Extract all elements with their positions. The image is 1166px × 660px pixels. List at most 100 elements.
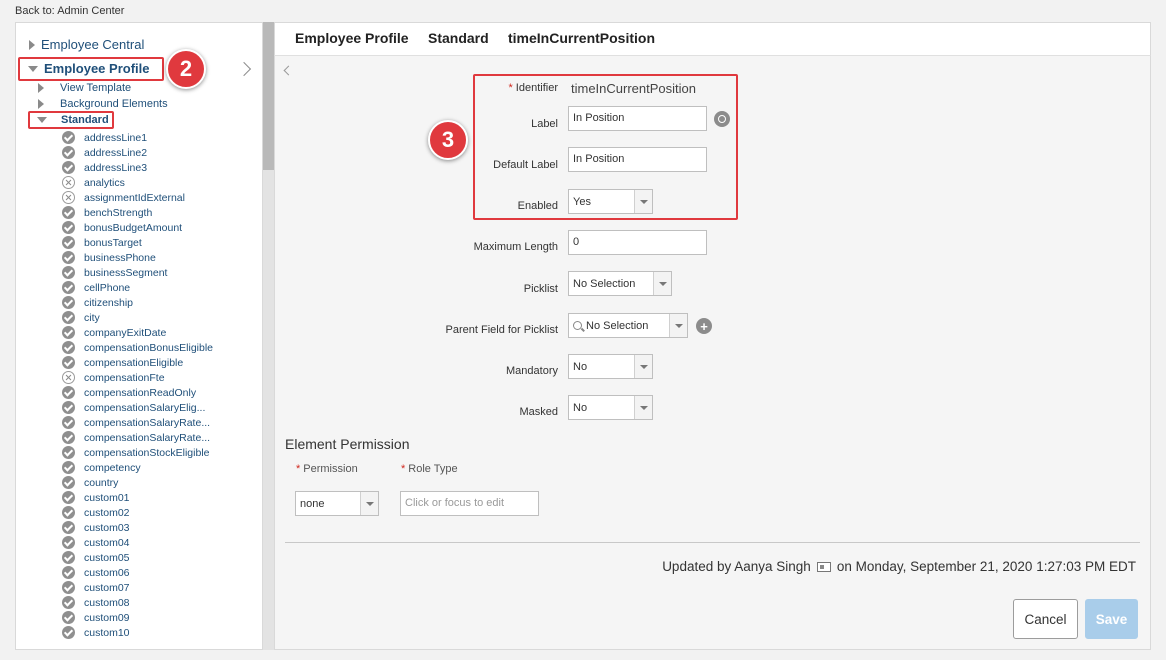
tree-leaf-label: compensationSalaryRate...	[84, 431, 211, 444]
tree-leaf-item[interactable]: analytics	[62, 175, 125, 190]
enabled-check-icon	[62, 221, 75, 234]
tree-leaf-item[interactable]: citizenship	[62, 295, 133, 310]
tree-node-label: Background Elements	[60, 98, 168, 110]
chevron-down-icon[interactable]	[360, 492, 378, 515]
tree-leaf-item[interactable]: custom07	[62, 580, 130, 595]
tree-leaf-item[interactable]: addressLine1	[62, 130, 147, 145]
tree-leaf-item[interactable]: compensationStockEligible	[62, 445, 210, 460]
enabled-check-icon	[62, 491, 75, 504]
chevron-down-icon[interactable]	[634, 396, 652, 419]
tree-leaf-item[interactable]: benchStrength	[62, 205, 152, 220]
enabled-check-icon	[62, 356, 75, 369]
role-type-input[interactable]: Click or focus to edit	[400, 491, 539, 516]
tree-leaf-label: custom08	[84, 596, 130, 609]
add-icon[interactable]: +	[696, 318, 712, 334]
tree-leaf-label: compensationFte	[84, 371, 165, 384]
expand-arrow-icon[interactable]	[29, 39, 35, 50]
parent-field-select[interactable]: No Selection	[568, 313, 688, 338]
disabled-x-icon	[62, 191, 75, 204]
tree-leaf-item[interactable]: custom02	[62, 505, 130, 520]
tree-scrollbar-thumb[interactable]	[263, 22, 274, 170]
tree-leaf-item[interactable]: city	[62, 310, 100, 325]
tree-leaf-item[interactable]: custom05	[62, 550, 130, 565]
max-length-input[interactable]: 0	[568, 230, 707, 255]
masked-select[interactable]: No	[568, 395, 653, 420]
tree-leaf-item[interactable]: compensationFte	[62, 370, 165, 385]
tree-leaf-label: analytics	[84, 176, 125, 189]
tree-leaf-item[interactable]: assignmentIdExternal	[62, 190, 185, 205]
tree-leaf-item[interactable]: custom04	[62, 535, 130, 550]
expand-arrow-icon[interactable]	[38, 99, 44, 109]
enabled-check-icon	[62, 461, 75, 474]
tree-leaf-item[interactable]: custom06	[62, 565, 130, 580]
tree-leaf-item[interactable]: compensationSalaryElig...	[62, 400, 205, 415]
tree-leaf-label: addressLine1	[84, 131, 148, 144]
chevron-down-icon[interactable]	[634, 355, 652, 378]
tree-leaf-label: addressLine3	[84, 161, 148, 174]
tree-leaf-item[interactable]: custom03	[62, 520, 130, 535]
tree-leaf-label: compensationEligible	[84, 356, 184, 369]
permission-select[interactable]: none	[295, 491, 379, 516]
picklist-value: No Selection	[573, 277, 636, 290]
enabled-check-icon	[62, 611, 75, 624]
tree-leaf-label: custom03	[84, 521, 130, 534]
tree-leaf-label: compensationReadOnly	[84, 386, 197, 399]
tree-leaf-item[interactable]: addressLine3	[62, 160, 147, 175]
tree-node-background-elements[interactable]: Background Elements	[38, 98, 168, 110]
tree-leaf-item[interactable]: businessSegment	[62, 265, 167, 280]
enabled-check-icon	[62, 626, 75, 639]
save-button[interactable]: Save	[1085, 599, 1138, 639]
enabled-check-icon	[62, 566, 75, 579]
tree-leaf-label: addressLine2	[84, 146, 148, 159]
mandatory-select[interactable]: No	[568, 354, 653, 379]
business-card-icon[interactable]	[816, 561, 831, 572]
enabled-check-icon	[62, 266, 75, 279]
enabled-check-icon	[62, 281, 75, 294]
back-to-admin-center-link[interactable]: Back to: Admin Center	[15, 5, 124, 17]
tree-leaf-item[interactable]: compensationSalaryRate...	[62, 430, 210, 445]
updated-date-text: on Monday, September 21, 2020 1:27:03 PM…	[836, 559, 1136, 574]
tree-leaf-item[interactable]: bonusBudgetAmount	[62, 220, 182, 235]
tree-leaf-item[interactable]: companyExitDate	[62, 325, 166, 340]
tree-leaf-item[interactable]: cellPhone	[62, 280, 130, 295]
tree-node-label: View Template	[60, 82, 132, 94]
tree-leaf-item[interactable]: compensationReadOnly	[62, 385, 196, 400]
enabled-check-icon	[62, 581, 75, 594]
tree-leaf-item[interactable]: competency	[62, 460, 141, 475]
tree-leaf-item[interactable]: compensationEligible	[62, 355, 183, 370]
tree-leaf-item[interactable]: custom09	[62, 610, 130, 625]
tree-leaf-item[interactable]: custom08	[62, 595, 130, 610]
tree-node-view-template[interactable]: View Template	[38, 82, 131, 94]
enabled-check-icon	[62, 446, 75, 459]
highlight-field-details	[473, 74, 738, 220]
chevron-down-icon[interactable]	[669, 314, 687, 337]
tree-leaf-item[interactable]: businessPhone	[62, 250, 156, 265]
tree-leaf-label: companyExitDate	[84, 326, 167, 339]
tree-leaf-item[interactable]: compensationSalaryRate...	[62, 415, 210, 430]
updated-by-text: Updated by Aanya Singh	[662, 559, 811, 574]
tree-leaf-label: benchStrength	[84, 206, 153, 219]
expand-arrow-icon[interactable]	[38, 83, 44, 93]
cancel-button[interactable]: Cancel	[1013, 599, 1078, 639]
tree-leaf-item[interactable]: custom01	[62, 490, 130, 505]
tree-leaf-item[interactable]: compensationBonusEligible	[62, 340, 213, 355]
tree-leaf-item[interactable]: custom10	[62, 625, 130, 640]
tree-leaf-item[interactable]: bonusTarget	[62, 235, 142, 250]
tree-leaf-label: custom02	[84, 506, 130, 519]
masked-label: Masked	[519, 406, 558, 418]
tree-leaf-label: competency	[84, 461, 141, 474]
chevron-down-icon[interactable]	[653, 272, 671, 295]
updated-info: Updated by Aanya Singh on Monday, Septem…	[662, 559, 1136, 574]
tree-leaf-label: custom09	[84, 611, 130, 624]
picklist-select[interactable]: No Selection	[568, 271, 672, 296]
enabled-check-icon	[62, 401, 75, 414]
tree-leaf-label: custom06	[84, 566, 130, 579]
tree-leaf-label: custom07	[84, 581, 130, 594]
tree-node-employee-central[interactable]: Employee Central	[29, 37, 144, 52]
tree-leaf-item[interactable]: country	[62, 475, 118, 490]
tree-leaf-item[interactable]: addressLine2	[62, 145, 147, 160]
enabled-check-icon	[62, 131, 75, 144]
parent-field-value: No Selection	[586, 319, 649, 332]
divider	[285, 542, 1140, 543]
mandatory-label: Mandatory	[506, 365, 558, 377]
